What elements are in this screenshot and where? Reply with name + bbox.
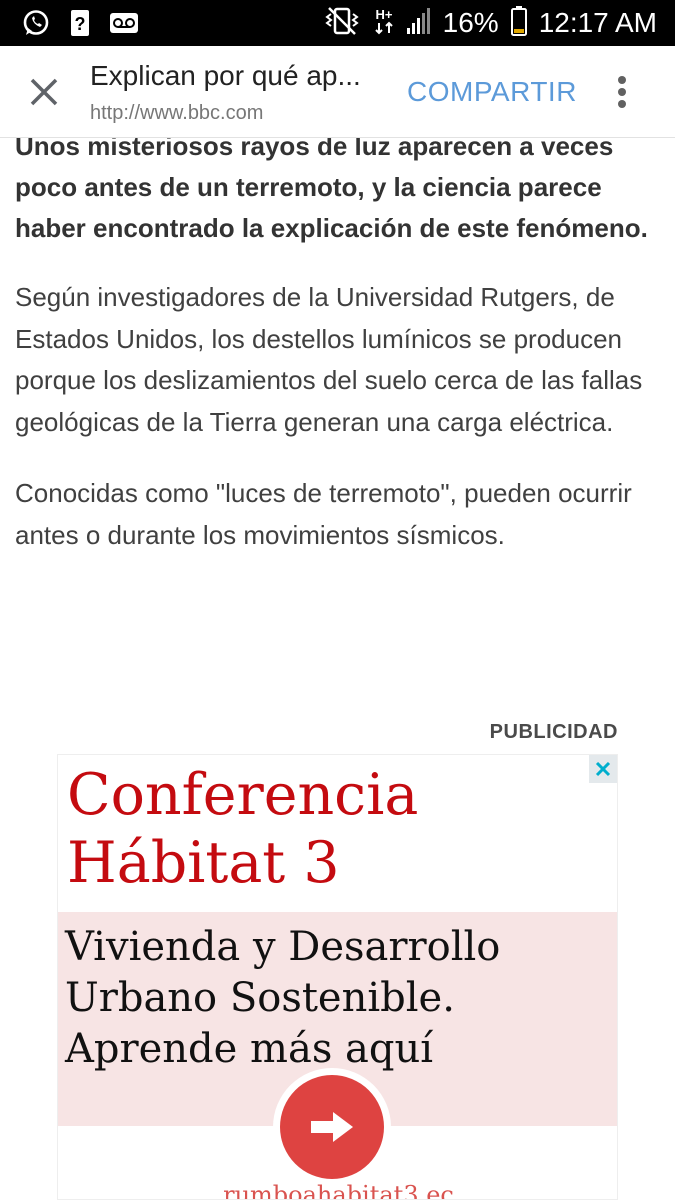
share-button[interactable]: COMPARTIR [407, 76, 577, 108]
svg-text:?: ? [75, 14, 86, 34]
overflow-menu-button[interactable] [612, 74, 632, 114]
svg-text:H+: H+ [375, 7, 392, 22]
article-lead: Unos misteriosos rayos de luz aparecen a… [15, 138, 648, 243]
ad-close-button[interactable] [589, 755, 617, 783]
advertisement[interactable]: Conferencia Hábitat 3 Vivienda y Desarro… [57, 754, 618, 1200]
ad-cta-button[interactable] [280, 1075, 384, 1179]
network-hplus-icon: H+ [373, 6, 395, 41]
ad-headline[interactable]: Conferencia Hábitat 3 [67, 761, 587, 897]
status-bar: ? H+ 16% 12:17 AM [0, 0, 675, 46]
help-icon: ? [70, 9, 90, 42]
vibrate-icon [323, 6, 361, 41]
page-title: Explican por qué ap... [90, 60, 361, 91]
article-paragraph: Según investigadores de la Universidad R… [15, 282, 643, 437]
article-body: Unos misteriosos rayos de luz aparecen a… [15, 138, 660, 556]
battery-icon [510, 5, 527, 41]
article-paragraph: Conocidas como "luces de terremoto", pue… [15, 478, 632, 550]
clock: 12:17 AM [538, 7, 657, 38]
signal-icon [406, 7, 431, 39]
arrow-right-icon [311, 1112, 353, 1142]
close-icon [30, 78, 58, 106]
ad-label: PUBLICIDAD [489, 721, 618, 743]
voicemail-icon [110, 13, 138, 38]
more-vert-icon [618, 76, 626, 108]
ad-body-text: Vivienda y Desarrollo Urbano Sostenible.… [65, 924, 501, 1072]
page-url: http://www.bbc.com [90, 102, 264, 124]
whatsapp-icon [22, 9, 50, 42]
ad-domain-link[interactable]: rumboahabitat3.ec [58, 1181, 617, 1199]
close-button[interactable] [26, 74, 62, 110]
battery-percent: 16% [442, 7, 499, 38]
close-icon [595, 761, 611, 777]
status-bar-notifications: ? [22, 9, 138, 42]
custom-tab-toolbar: Explican por qué ap... http://www.bbc.co… [0, 46, 675, 138]
status-bar-system: H+ 16% 12:17 AM [323, 0, 657, 46]
